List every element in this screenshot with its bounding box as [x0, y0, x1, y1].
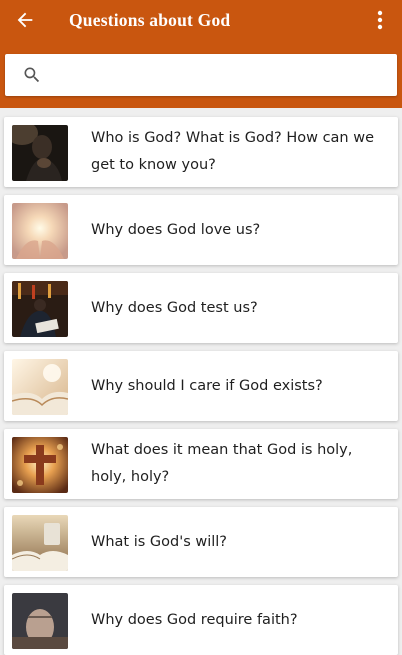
hands-holding-light-image [12, 203, 68, 259]
overflow-menu-button[interactable] [368, 7, 392, 33]
app-bar: Questions about God [0, 0, 402, 108]
question-card[interactable]: Why should I care if God exists? [4, 351, 398, 421]
question-label: Why does God test us? [91, 299, 258, 316]
question-label: Why does God love us? [91, 221, 261, 238]
search-input[interactable] [55, 60, 385, 90]
more-vert-icon [377, 10, 383, 30]
praying-man-image [12, 125, 68, 181]
question-card[interactable]: Why does God love us? [4, 195, 398, 265]
person-writing-in-church-image [12, 281, 68, 337]
question-card[interactable]: What is God's will? [4, 507, 398, 577]
arrow-back-icon [17, 12, 33, 28]
page-title: Questions about God [69, 10, 231, 30]
glowing-cross-image [12, 437, 68, 493]
question-card[interactable]: Why does God test us? [4, 273, 398, 343]
question-label: What does it mean that God is holy, holy… [91, 442, 353, 485]
question-label: What is God's will? [91, 533, 228, 550]
question-label: Who is God? What is God? How can we get … [91, 130, 375, 173]
question-card[interactable]: What does it mean that God is holy, holy… [4, 429, 398, 499]
search-icon [24, 67, 40, 83]
praying-hands-image [12, 593, 68, 649]
search-bar[interactable] [5, 54, 397, 96]
open-bible-light-image [12, 359, 68, 415]
question-card[interactable]: Who is God? What is God? How can we get … [4, 117, 398, 187]
question-label: Why should I care if God exists? [91, 377, 323, 394]
question-card[interactable]: Why does God require faith? [4, 585, 398, 655]
question-label: Why does God require faith? [91, 611, 298, 628]
bible-and-mug-image [12, 515, 68, 571]
back-button[interactable] [12, 7, 38, 33]
